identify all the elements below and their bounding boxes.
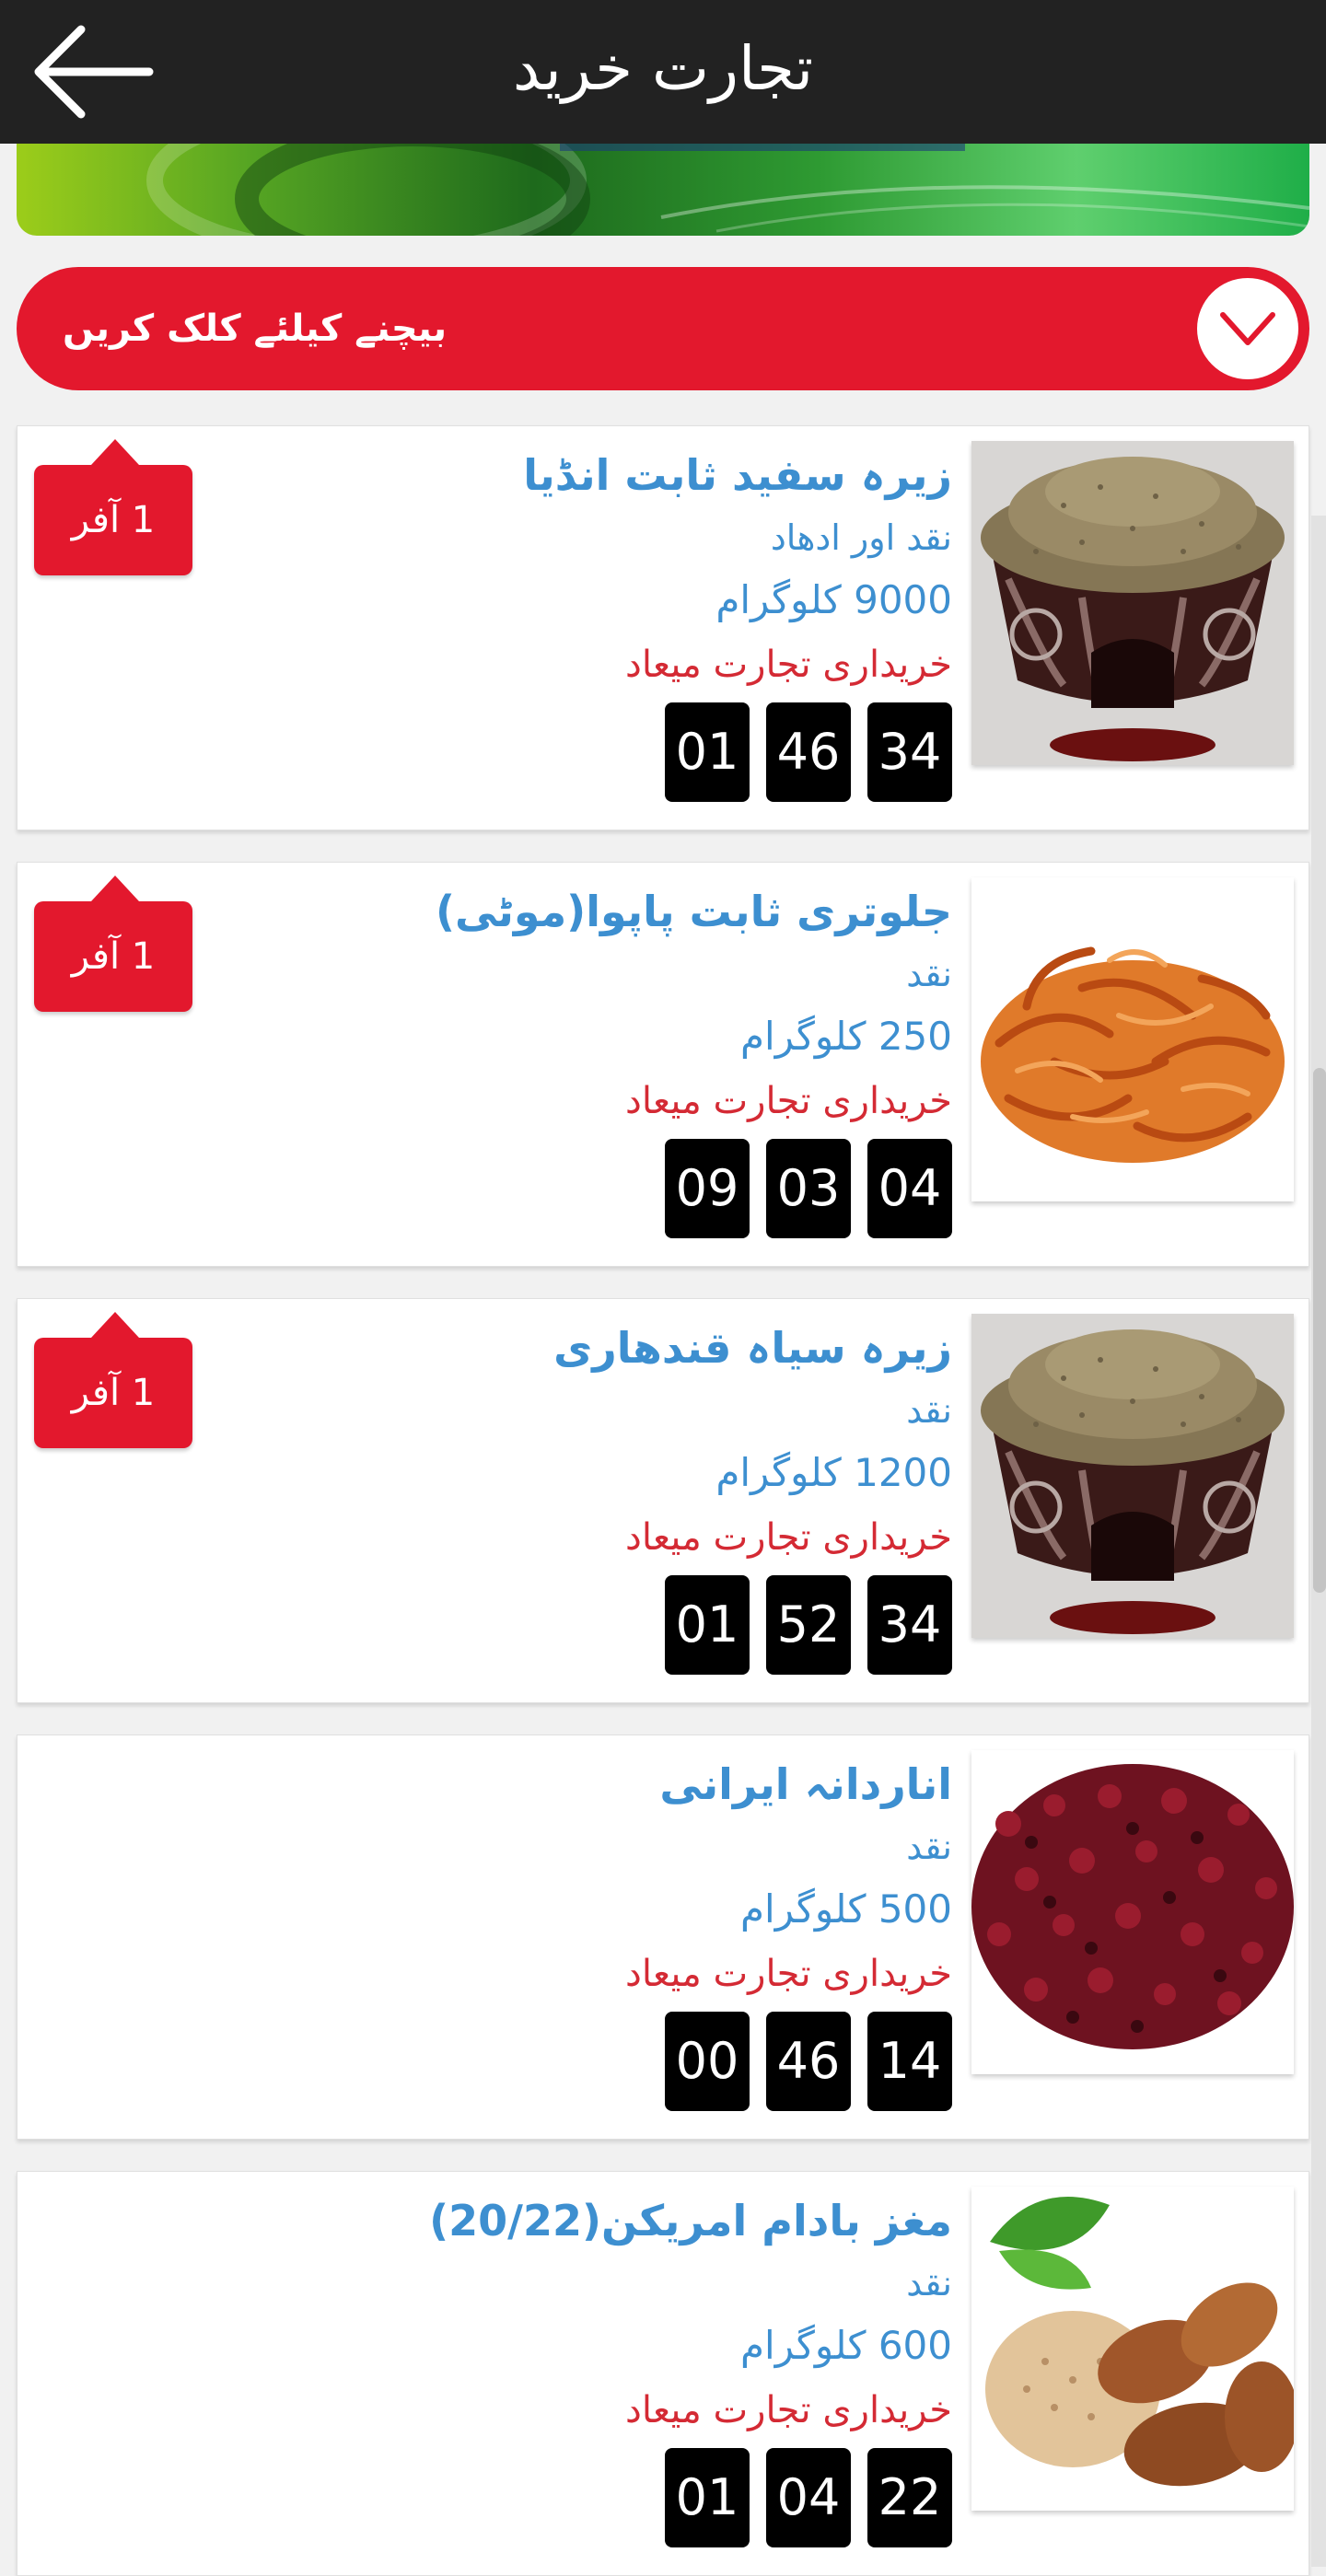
product-quantity: 600 کلوگرام — [740, 2323, 952, 2368]
product-quantity: 250 کلوگرام — [740, 1014, 952, 1059]
product-name[interactable]: مغز بادام امریکن(20/22) — [215, 2188, 952, 2253]
product-image — [971, 2187, 1294, 2511]
deadline-label: خریداری تجارت میعاد — [625, 1953, 952, 1995]
timer-box: 01 — [665, 1575, 750, 1675]
payment-terms: نقد اور ادھاد — [770, 517, 952, 558]
timer-box: 46 — [766, 702, 851, 802]
offer-badge[interactable]: 1 آفر — [34, 1312, 192, 1448]
scrollbar-thumb[interactable] — [1313, 1068, 1326, 1593]
product-card[interactable]: زیرہ سفید ثابت انڈیا نقد اور ادھاد 9000 … — [17, 425, 1309, 830]
timer-box: 03 — [766, 1139, 851, 1238]
banner-swirl — [146, 144, 1309, 236]
sell-label: بیچنے کیلئے کلک کریں — [63, 307, 448, 350]
product-name[interactable]: زیرہ سیاہ قندھاری — [215, 1316, 952, 1380]
timer-box: 34 — [867, 702, 952, 802]
deadline-label: خریداری تجارت میعاد — [625, 2389, 952, 2431]
timer-box: 01 — [665, 2448, 750, 2547]
product-name[interactable]: جلوتری ثابت پاپوا(موٹی) — [215, 879, 952, 944]
timer-box: 14 — [867, 2012, 952, 2111]
offer-badge[interactable]: 1 آفر — [34, 876, 192, 1012]
sell-toggle-bar[interactable]: بیچنے کیلئے کلک کریں — [17, 267, 1309, 390]
sell-toggle-button[interactable] — [1197, 278, 1298, 379]
timer-box: 01 — [665, 702, 750, 802]
payment-terms: نقد — [906, 954, 952, 994]
deadline-label: خریداری تجارت میعاد — [625, 1516, 952, 1559]
timer-box: 09 — [665, 1139, 750, 1238]
product-name[interactable]: زیرہ سفید ثابت انڈیا — [215, 443, 952, 507]
product-quantity: 500 کلوگرام — [740, 1886, 952, 1932]
product-info: جلوتری ثابت پاپوا(موٹی) نقد 250 کلوگرام … — [215, 879, 952, 1133]
page-title: تجارت خرید — [512, 33, 814, 104]
product-image — [971, 441, 1294, 765]
timer-box: 00 — [665, 2012, 750, 2111]
product-list: زیرہ سفید ثابت انڈیا نقد اور ادھاد 9000 … — [0, 407, 1326, 2576]
payment-terms: نقد — [906, 2263, 952, 2303]
product-image — [971, 1314, 1294, 1638]
offer-badge[interactable]: 1 آفر — [34, 439, 192, 575]
promo-banner — [17, 144, 1309, 236]
payment-terms: نقد — [906, 1390, 952, 1431]
product-name[interactable]: اناردانہ ایرانی — [215, 1752, 952, 1816]
product-quantity: 1200 کلوگرام — [715, 1450, 952, 1495]
product-image — [971, 1750, 1294, 2074]
timer-box: 34 — [867, 1575, 952, 1675]
timer-box: 04 — [766, 2448, 851, 2547]
product-info: زیرہ سیاہ قندھاری نقد 1200 کلوگرام خریدا… — [215, 1316, 952, 1570]
product-card[interactable]: زیرہ سیاہ قندھاری نقد 1200 کلوگرام خریدا… — [17, 1298, 1309, 1703]
product-quantity: 9000 کلوگرام — [715, 577, 952, 622]
product-card[interactable]: جلوتری ثابت پاپوا(موٹی) نقد 250 کلوگرام … — [17, 862, 1309, 1267]
product-info: زیرہ سفید ثابت انڈیا نقد اور ادھاد 9000 … — [215, 443, 952, 697]
timer-box: 22 — [867, 2448, 952, 2547]
timer-box: 46 — [766, 2012, 851, 2111]
deadline-label: خریداری تجارت میعاد — [625, 644, 952, 686]
product-image — [971, 877, 1294, 1201]
timer-box: 04 — [867, 1139, 952, 1238]
product-info: مغز بادام امریکن(20/22) نقد 600 کلوگرام … — [215, 2188, 952, 2443]
product-info: اناردانہ ایرانی نقد 500 کلوگرام خریداری … — [215, 1752, 952, 2006]
top-app-bar: تجارت خرید — [0, 0, 1326, 144]
chevron-down-icon — [1220, 312, 1275, 345]
product-card[interactable]: مغز بادام امریکن(20/22) نقد 600 کلوگرام … — [17, 2171, 1309, 2576]
payment-terms: نقد — [906, 1827, 952, 1867]
deadline-label: خریداری تجارت میعاد — [625, 1080, 952, 1122]
timer-box: 52 — [766, 1575, 851, 1675]
product-card[interactable]: اناردانہ ایرانی نقد 500 کلوگرام خریداری … — [17, 1735, 1309, 2140]
